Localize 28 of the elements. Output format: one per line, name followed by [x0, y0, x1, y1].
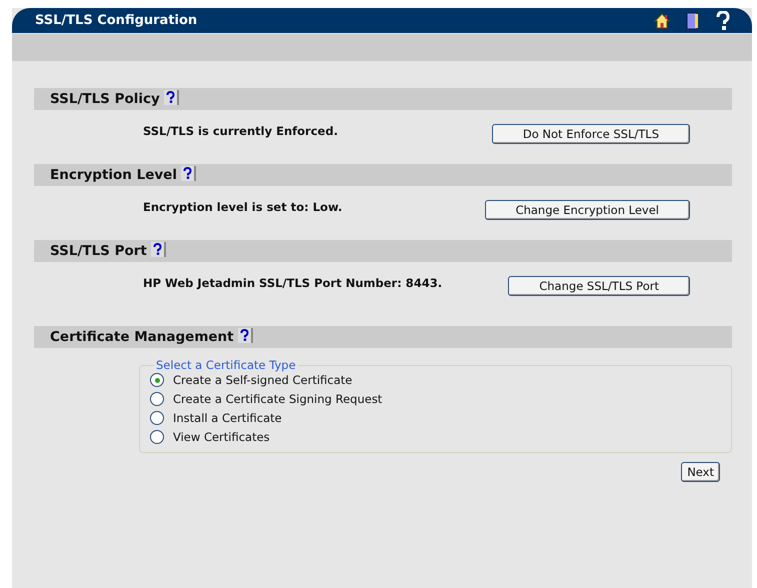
- section-title: SSL/TLS Policy: [50, 91, 160, 107]
- help-icon[interactable]: [238, 328, 253, 342]
- action-button[interactable]: Change Encryption Level: [484, 200, 690, 220]
- help-icon[interactable]: [180, 166, 196, 180]
- section-title: Encryption Level: [50, 167, 177, 183]
- radio-button[interactable]: [150, 411, 164, 425]
- option-label: View Certificates: [173, 430, 270, 444]
- help-icon[interactable]: [716, 10, 730, 30]
- book-icon[interactable]: [686, 12, 700, 30]
- option-label: Create a Certificate Signing Request: [173, 392, 382, 406]
- option-label: Install a Certificate: [173, 411, 282, 425]
- radio-button[interactable]: [150, 392, 164, 406]
- home-icon[interactable]: [654, 12, 670, 28]
- next-button[interactable]: Next: [681, 462, 720, 482]
- section-title: SSL/TLS Port: [50, 243, 147, 259]
- option-label: Create a Self-signed Certificate: [173, 373, 352, 387]
- status-text: SSL/TLS is currently Enforced.: [143, 124, 339, 138]
- help-icon[interactable]: [150, 242, 166, 256]
- radio-button[interactable]: [150, 373, 164, 387]
- group-legend: Select a Certificate Type: [154, 358, 298, 372]
- action-button[interactable]: Do Not Enforce SSL/TLS: [492, 124, 690, 144]
- status-text: Encryption level is set to: Low.: [143, 200, 344, 214]
- radio-button[interactable]: [150, 430, 164, 444]
- section-title: Certificate Management: [50, 329, 234, 345]
- status-text: HP Web Jetadmin SSL/TLS Port Number: 8443.: [143, 276, 444, 290]
- help-icon[interactable]: [164, 90, 179, 104]
- action-button[interactable]: Change SSL/TLS Port: [508, 276, 690, 296]
- window-title: SSL/TLS Configuration: [35, 13, 198, 28]
